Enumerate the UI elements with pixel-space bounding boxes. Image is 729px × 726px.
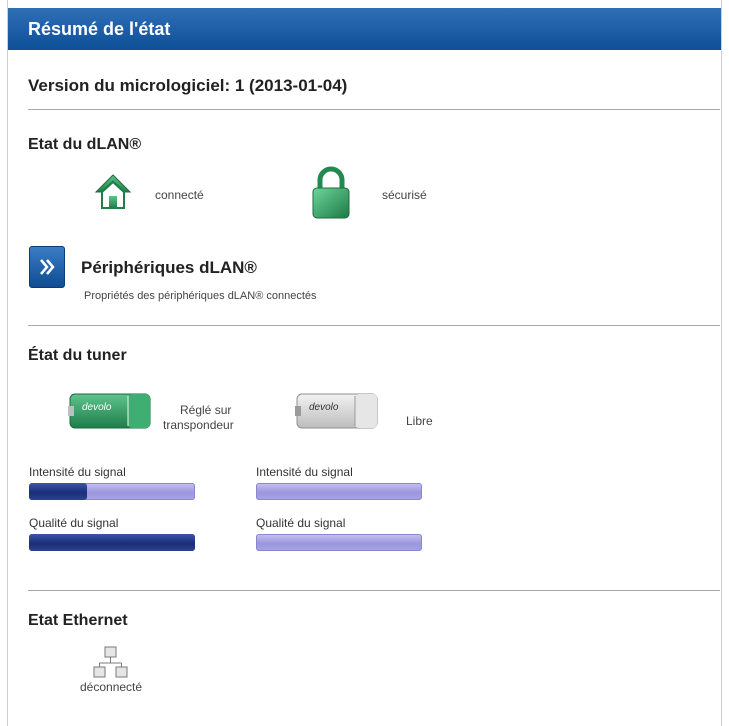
tuner-1-signal-bar: [29, 483, 195, 500]
tuner-section-title: État du tuner: [28, 347, 127, 364]
tuner-2-quality-bar: [256, 534, 422, 551]
status-panel: Résumé de l'état Version du micrologicie…: [7, 0, 722, 726]
lock-icon: [311, 165, 351, 225]
tuner-1-brand: devolo: [82, 402, 112, 413]
house-icon: [94, 172, 132, 217]
divider: [28, 590, 720, 591]
dlan-security-status: sécurisé: [382, 188, 427, 202]
ethernet-section-title: Etat Ethernet: [28, 612, 128, 629]
page-title: Résumé de l'état: [28, 19, 171, 39]
tuner-1-signal-fill: [29, 483, 88, 500]
tuner-2-signal-bar: [256, 483, 422, 500]
divider: [28, 325, 720, 326]
tuner-2-signal-label: Intensité du signal: [256, 465, 353, 479]
dlan-section-title: Etat du dLAN®: [28, 136, 142, 153]
panel-header: Résumé de l'état: [8, 8, 721, 50]
devices-link-subtitle: Propriétés des périphériques dLAN® conne…: [84, 290, 317, 302]
firmware-version: Version du micrologiciel: 1 (2013-01-04): [28, 76, 348, 95]
ethernet-status: déconnecté: [80, 680, 143, 694]
tuner-1-status-line1: Réglé sur: [180, 403, 232, 417]
double-chevron-right-icon: [40, 259, 55, 275]
tuner-2-brand: devolo: [309, 402, 339, 413]
tuner-1-quality-bar: [29, 534, 195, 551]
tuner-2-status: Libre: [406, 414, 433, 428]
divider: [28, 109, 720, 110]
tuner-1-quality-fill: [29, 534, 195, 551]
devices-link-title[interactable]: Périphériques dLAN®: [81, 258, 257, 278]
devices-chevron-button[interactable]: [29, 246, 65, 288]
tuner-1-quality-label: Qualité du signal: [29, 516, 119, 530]
dlan-connection-status: connecté: [155, 188, 204, 202]
tuner-1-status-line2: transpondeur: [163, 418, 234, 432]
tuner-2-stick-icon: devolo: [295, 390, 378, 437]
tuner-1-stick-icon: devolo: [68, 390, 151, 437]
tuner-2-quality-label: Qualité du signal: [256, 516, 346, 530]
network-icon: [93, 646, 129, 683]
tuner-1-signal-label: Intensité du signal: [29, 465, 126, 479]
